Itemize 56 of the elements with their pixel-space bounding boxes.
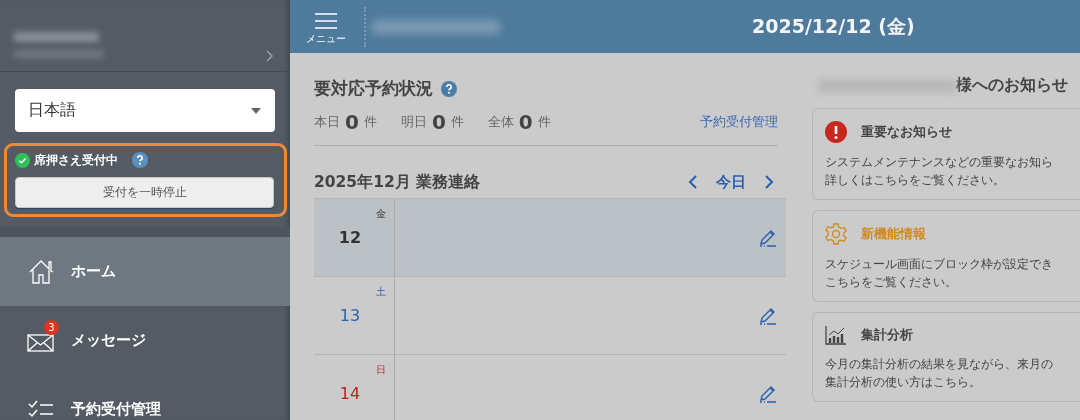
count-label: 明日 [400,113,427,131]
count-unit: 件 [363,113,377,131]
language-select[interactable]: 日本語 [15,89,275,132]
menu-icon [315,13,337,29]
gear-icon [825,223,847,245]
notice-title: 集計分析 [861,326,913,344]
count-value: 0 [431,110,446,134]
section-title: 要対応予約状況 [314,78,433,100]
dropdown-caret-icon [251,107,261,114]
chevron-left-icon[interactable] [688,175,698,189]
weekday-label: 金 [376,207,386,221]
notice-text: 集計分析の使い方はこちら。 [825,374,982,391]
menu-button[interactable]: メニュー [296,7,356,46]
count-label: 全体 [487,113,514,131]
notice-title: 新機能情報 [861,225,926,243]
notice-card[interactable]: 重要なお知らせ システムメンテナンスなどの重要なお知ら 詳しくはこちらをご覧ください。 [812,108,1080,200]
count-value: 0 [518,110,533,134]
count-unit: 件 [450,113,464,131]
unread-badge: 3 [44,319,59,335]
alert-icon [825,121,847,143]
weekday-label: 土 [376,285,386,299]
notice-text: 詳しくはこちらをご覧ください。 [825,172,1006,189]
notice-text: こちらをご覧ください。 [825,274,958,291]
help-icon[interactable] [132,152,148,168]
pause-button[interactable]: 受付を一時停止 [15,177,274,208]
weekday-label: 日 [376,363,386,377]
notice-text: スケジュール画面にブロック枠が設定でき [825,256,1054,273]
notice-text: 今月の集計分析の結果を見ながら、来月の [825,356,1054,373]
notice-card[interactable]: 新機能情報 スケジュール画面にブロック枠が設定でき こちらをご覧ください。 [812,210,1080,302]
day-number: 12 [338,228,362,247]
notice-text: システムメンテナンスなどの重要なお知ら [825,154,1054,171]
calendar-row[interactable]: 土 13 [314,277,786,355]
status-label: 席押さえ受付中 [34,152,118,168]
nav-item[interactable]: 3 メッセージ [0,306,290,375]
today-button[interactable]: 今日 [716,172,746,192]
reservation-management-link[interactable]: 予約受付管理 [700,113,778,131]
nav-item[interactable]: 予約受付管理 [0,375,290,420]
nav-item[interactable]: ホーム [0,237,290,306]
help-icon[interactable] [441,81,457,97]
notice-title: 重要なお知らせ [861,123,952,141]
home-icon [28,258,54,285]
calendar-title: 2025年12月 業務連絡 [314,171,481,193]
calendar-row[interactable]: 金 12 [314,199,786,277]
checklist-icon [28,398,54,420]
day-number: 14 [339,384,361,403]
day-number: 13 [339,306,361,325]
count-value: 0 [345,110,359,134]
count-unit: 件 [537,113,551,131]
notice-card[interactable]: 集計分析 今月の集計分析の結果を見ながら、来月の 集計分析の使い方はこちら。 [812,312,1080,402]
notices-title: 様へのお知らせ [956,75,1068,96]
bar-chart-icon [825,325,847,345]
chevron-right-icon[interactable] [266,50,274,62]
header-date: 2025/12/12 (金) [752,14,915,39]
chevron-right-icon[interactable] [764,175,774,189]
calendar-row[interactable]: 日 14 [314,355,786,420]
count-label: 本日 [314,113,340,131]
